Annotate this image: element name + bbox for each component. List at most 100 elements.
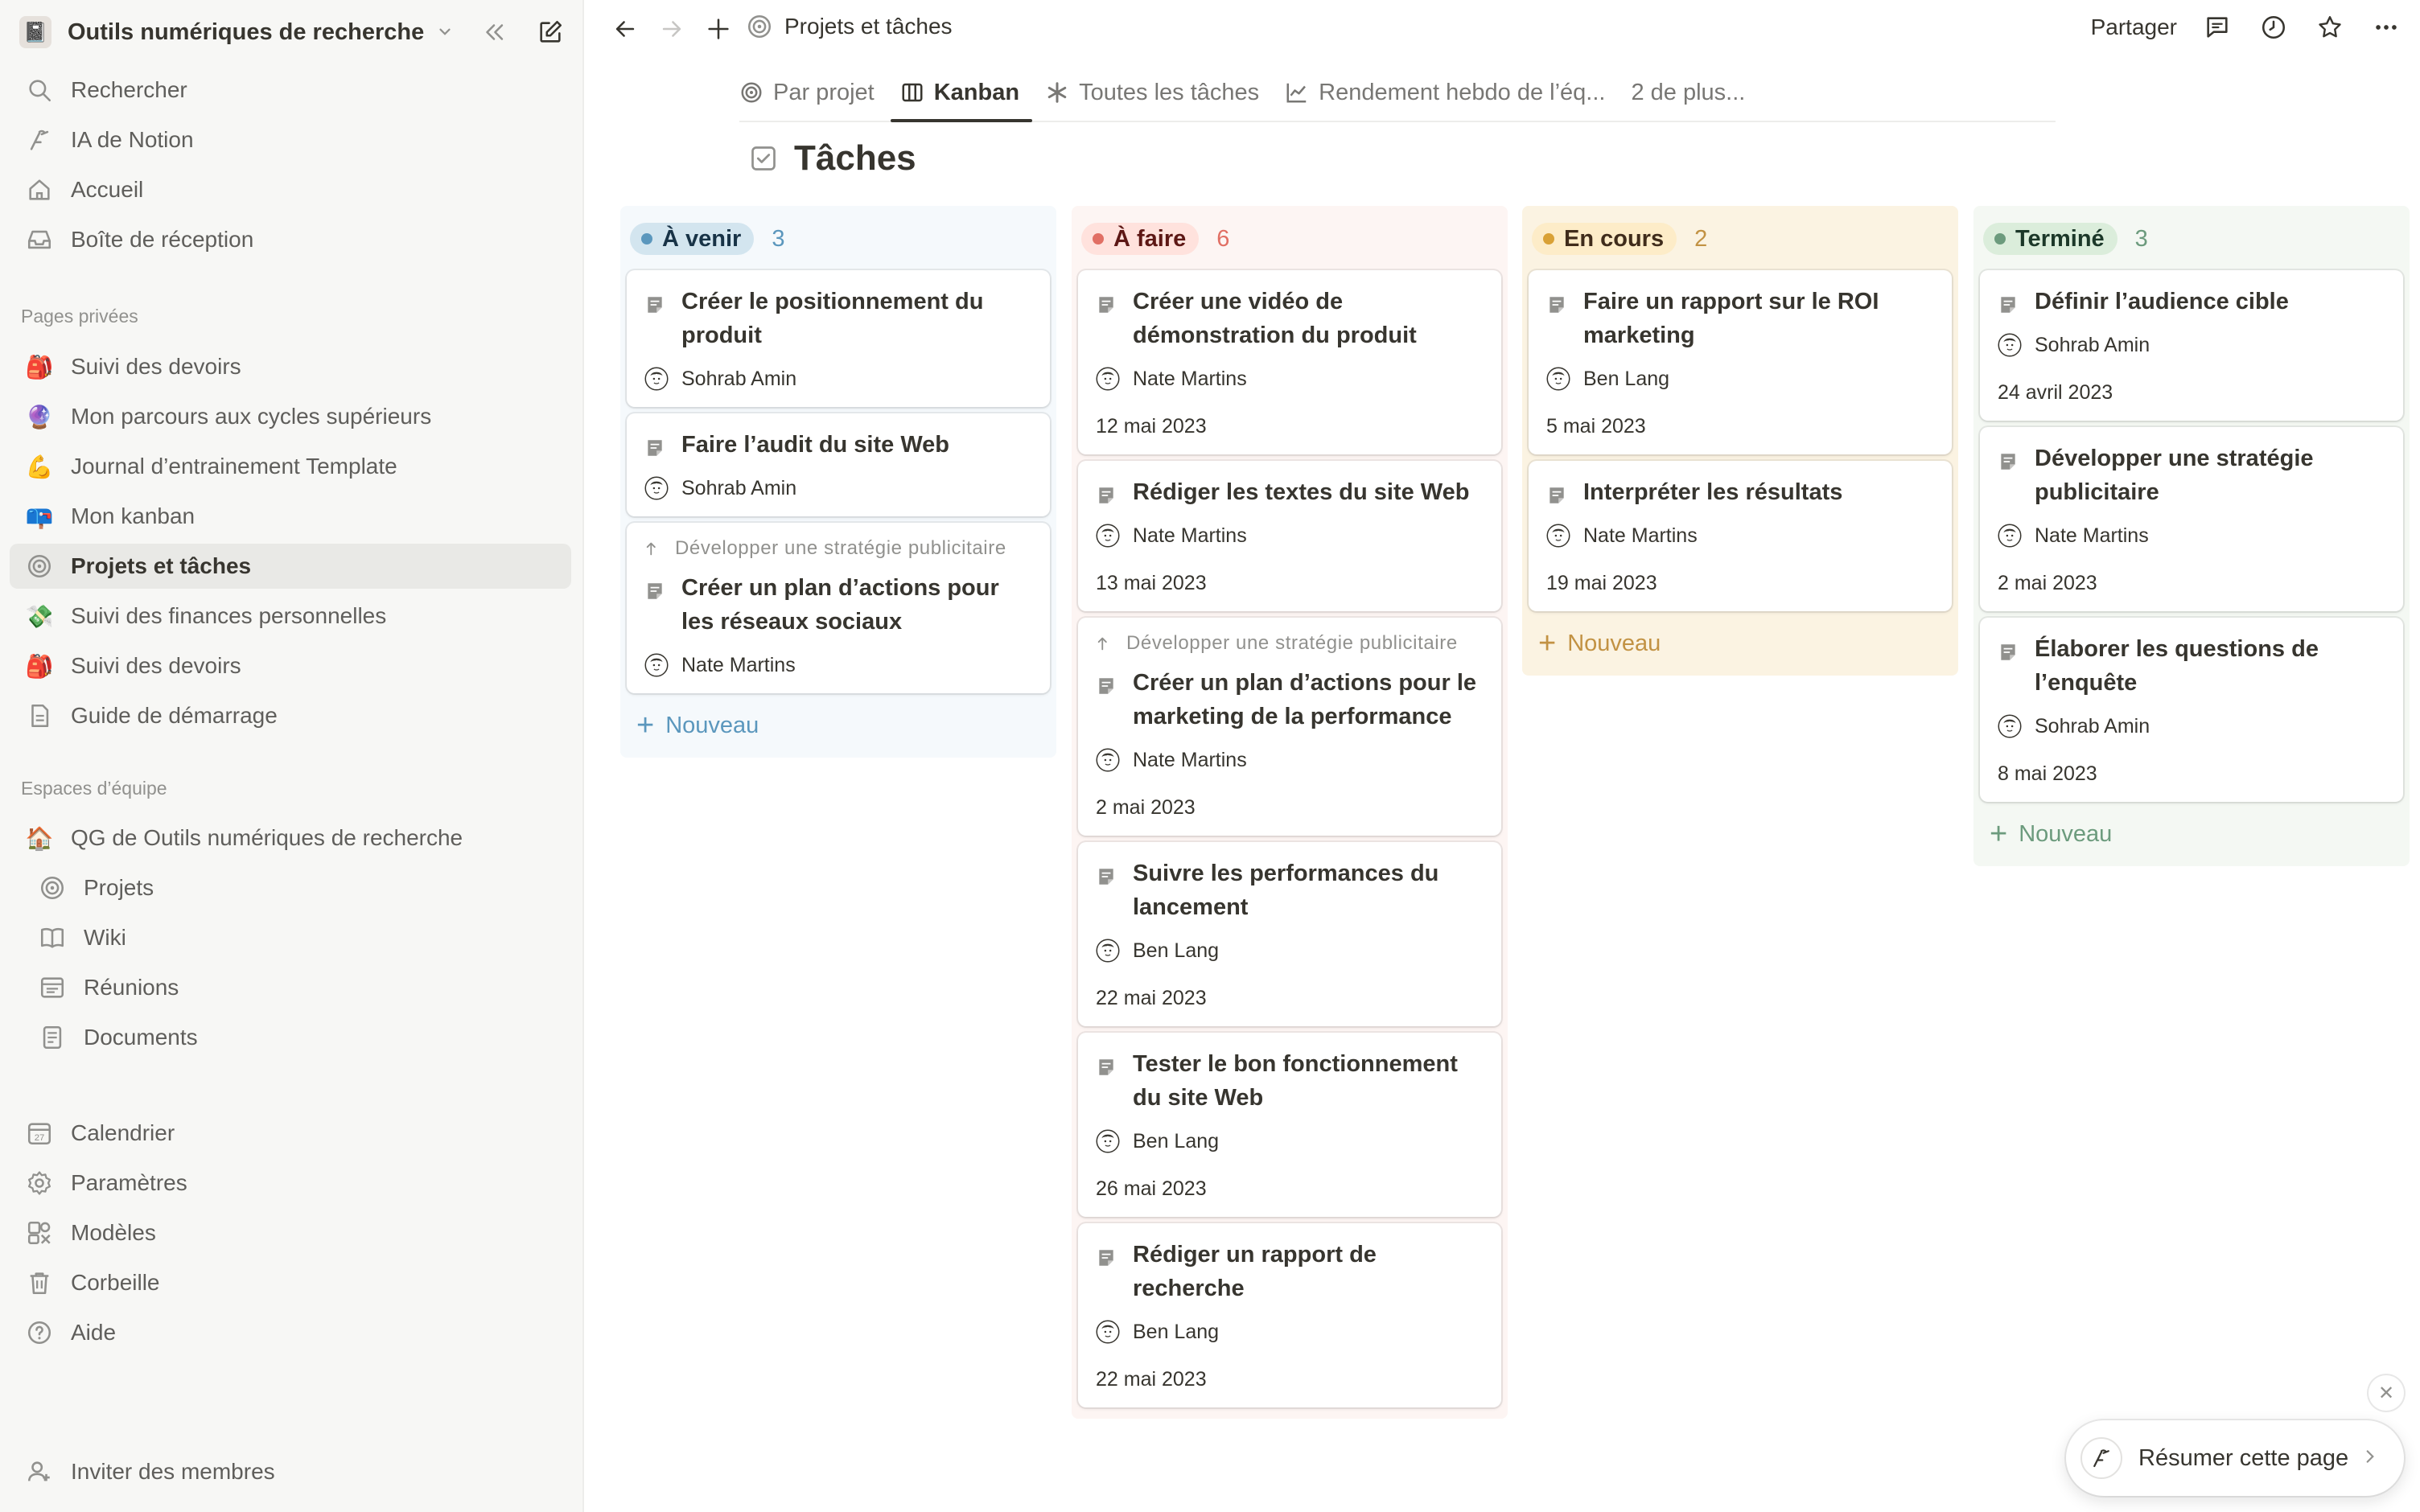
invite-members-label: Inviter des membres xyxy=(71,1459,275,1484)
sidebar-item-parametres[interactable]: Paramètres xyxy=(10,1161,571,1206)
tab-label: 2 de plus... xyxy=(1631,79,1746,105)
sidebar-item-label: Rechercher xyxy=(71,77,187,102)
sidebar-item-calendrier[interactable]: 27 Calendrier xyxy=(10,1111,571,1156)
forward-arrow-icon[interactable] xyxy=(656,13,688,45)
status-label: À venir xyxy=(662,225,742,252)
task-card[interactable]: Suivre les performances du lancement Ben … xyxy=(1078,842,1501,1026)
sidebar-item-suivi-des-devoirs[interactable]: 🎒 Suivi des devoirs xyxy=(10,643,571,688)
new-card-button[interactable]: + Nouveau xyxy=(627,705,1050,746)
close-icon[interactable]: ✕ xyxy=(2369,1375,2404,1411)
tab-more-views[interactable]: 2 de plus... xyxy=(1631,71,1745,109)
task-card[interactable]: Élaborer les questions de l’enquête Sohra… xyxy=(1980,618,2403,802)
document-icon xyxy=(1998,291,2019,313)
task-card[interactable]: Rédiger les textes du site Web Nate Marti… xyxy=(1078,461,1501,611)
sidebar-item-suivi-des-devoirs[interactable]: 🎒 Suivi des devoirs xyxy=(10,344,571,389)
task-card[interactable]: Créer le positionnement du produit Sohrab… xyxy=(627,270,1050,407)
task-card[interactable]: Faire un rapport sur le ROI marketing Ben… xyxy=(1529,270,1952,454)
workspace-switcher[interactable]: 📓 Outils numériques de recherche xyxy=(19,11,566,53)
invite-members-button[interactable]: Inviter des membres xyxy=(10,1449,571,1494)
sidebar-item-suivi-des-finances-personnelles[interactable]: 💸 Suivi des finances personnelles xyxy=(10,594,571,639)
sidebar-item-boite-de-reception[interactable]: Boîte de réception xyxy=(10,217,571,262)
document-icon xyxy=(1998,639,2019,660)
sidebar-item-rechercher[interactable]: Rechercher xyxy=(10,68,571,113)
sidebar-item-journal-d-entrainement-template[interactable]: 💪 Journal d’entrainement Template xyxy=(10,444,571,489)
new-card-button[interactable]: + Nouveau xyxy=(1980,813,2403,855)
task-card[interactable]: Faire l’audit du site Web Sohrab Amin xyxy=(627,413,1050,516)
new-page-icon[interactable] xyxy=(534,16,566,48)
parent-task[interactable]: Développer une stratégie publicitaire xyxy=(1096,632,1485,655)
sidebar-item-reunions[interactable]: Réunions xyxy=(23,965,571,1010)
document-icon xyxy=(1096,291,1117,313)
sidebar-item-guide-de-demarrage[interactable]: Guide de démarrage xyxy=(10,693,571,738)
sidebar-item-corbeille[interactable]: Corbeille xyxy=(10,1260,571,1305)
task-due-date: 5 mai 2023 xyxy=(1546,415,1646,438)
meetings-icon xyxy=(37,972,68,1003)
task-due-date: 12 mai 2023 xyxy=(1096,415,1207,438)
column-count: 6 xyxy=(1216,225,1230,252)
sidebar-item-modeles[interactable]: Modèles xyxy=(10,1210,571,1255)
document-icon xyxy=(1096,1054,1117,1075)
tab-rendement-hebdo[interactable]: Rendement hebdo de l’éq... xyxy=(1285,71,1605,109)
sidebar-item-wiki[interactable]: Wiki xyxy=(23,915,571,960)
tab-toutes-les-taches[interactable]: Toutes les tâches xyxy=(1045,71,1259,109)
sidebar-item-qg-de-outils-numeriques-de-recherche[interactable]: 🏠 QG de Outils numériques de recherche xyxy=(10,816,571,861)
task-card[interactable]: Rédiger un rapport de recherche Ben Lang 2… xyxy=(1078,1223,1501,1407)
plus-icon: + xyxy=(1990,816,2008,851)
more-options-icon[interactable] xyxy=(2370,11,2402,43)
task-title: Tester le bon fonctionnement du site Web xyxy=(1096,1047,1485,1115)
sidebar-item-ia-de-notion[interactable]: IA de Notion xyxy=(10,117,571,162)
task-assignee: Sohrab Amin xyxy=(1998,714,2387,738)
task-due-date: 2 mai 2023 xyxy=(1096,796,1196,819)
assignee-name: Ben Lang xyxy=(1133,1320,1220,1343)
comments-icon[interactable] xyxy=(2201,11,2233,43)
task-card[interactable]: Développer une stratégie publicitaire Cré… xyxy=(1078,618,1501,836)
share-button[interactable]: Partager xyxy=(2091,14,2177,40)
sidebar-item-aide[interactable]: Aide xyxy=(10,1310,571,1355)
sidebar-item-projets[interactable]: Projets xyxy=(23,865,571,910)
sidebar-item-mon-parcours-aux-cycles-superieurs[interactable]: 🔮 Mon parcours aux cycles supérieurs xyxy=(10,394,571,439)
sidebar-item-projets-et-taches[interactable]: Projets et tâches xyxy=(10,544,571,589)
summarize-page-button[interactable]: Résumer cette page xyxy=(2066,1420,2404,1496)
task-card[interactable]: Interpréter les résultats Nate Martins 19 … xyxy=(1529,461,1952,611)
column-header[interactable]: À venir 3 xyxy=(627,214,1050,264)
plus-icon[interactable] xyxy=(702,13,735,45)
topbar: Projets et tâches Partager xyxy=(585,0,2420,61)
document-icon xyxy=(644,577,665,599)
avatar xyxy=(1998,524,2022,548)
gear-icon xyxy=(24,1168,55,1198)
target-icon xyxy=(741,82,762,103)
assignee-name: Nate Martins xyxy=(1583,524,1698,547)
document-icon xyxy=(1096,863,1117,885)
task-card[interactable]: Définir l’audience cible Sohrab Amin 24 av… xyxy=(1980,270,2403,421)
sidebar-item-accueil[interactable]: Accueil xyxy=(10,167,571,212)
back-arrow-icon[interactable] xyxy=(609,13,641,45)
task-card[interactable]: Développer une stratégie publicitaire Nat… xyxy=(1980,427,2403,611)
document-icon xyxy=(37,1022,68,1053)
task-card[interactable]: Créer une vidéo de démonstration du prod… xyxy=(1078,270,1501,454)
star-icon[interactable] xyxy=(2314,11,2346,43)
new-card-button[interactable]: + Nouveau xyxy=(1529,622,1952,664)
column-header[interactable]: À faire 6 xyxy=(1078,214,1501,264)
task-card[interactable]: Développer une stratégie publicitaire Cré… xyxy=(627,523,1050,693)
task-assignee: Ben Lang xyxy=(1546,367,1936,391)
parent-task[interactable]: Développer une stratégie publicitaire xyxy=(644,537,1034,560)
breadcrumb[interactable]: Projets et tâches xyxy=(746,13,953,40)
column-count: 2 xyxy=(1694,225,1708,252)
status-badge: Terminé xyxy=(1983,223,2118,255)
column-header[interactable]: Terminé 3 xyxy=(1980,214,2403,264)
collapse-sidebar-icon[interactable] xyxy=(478,16,510,48)
avatar xyxy=(1096,748,1120,772)
tab-par-projet[interactable]: Par projet xyxy=(739,71,875,109)
task-assignee: Nate Martins xyxy=(644,653,1034,677)
task-due-date: 13 mai 2023 xyxy=(1096,572,1207,594)
sidebar-item-mon-kanban[interactable]: 📪 Mon kanban xyxy=(10,494,571,539)
arrow-up-icon xyxy=(644,540,662,557)
sidebar-item-documents[interactable]: Documents xyxy=(23,1015,571,1060)
task-card[interactable]: Tester le bon fonctionnement du site Web… xyxy=(1078,1033,1501,1217)
crystal-ball-icon: 🔮 xyxy=(25,404,54,429)
avatar xyxy=(644,367,669,391)
tab-kanban[interactable]: Kanban xyxy=(890,71,1033,122)
column-header[interactable]: En cours 2 xyxy=(1529,214,1952,264)
plus-icon: + xyxy=(1538,626,1557,660)
history-clock-icon[interactable] xyxy=(2257,11,2290,43)
